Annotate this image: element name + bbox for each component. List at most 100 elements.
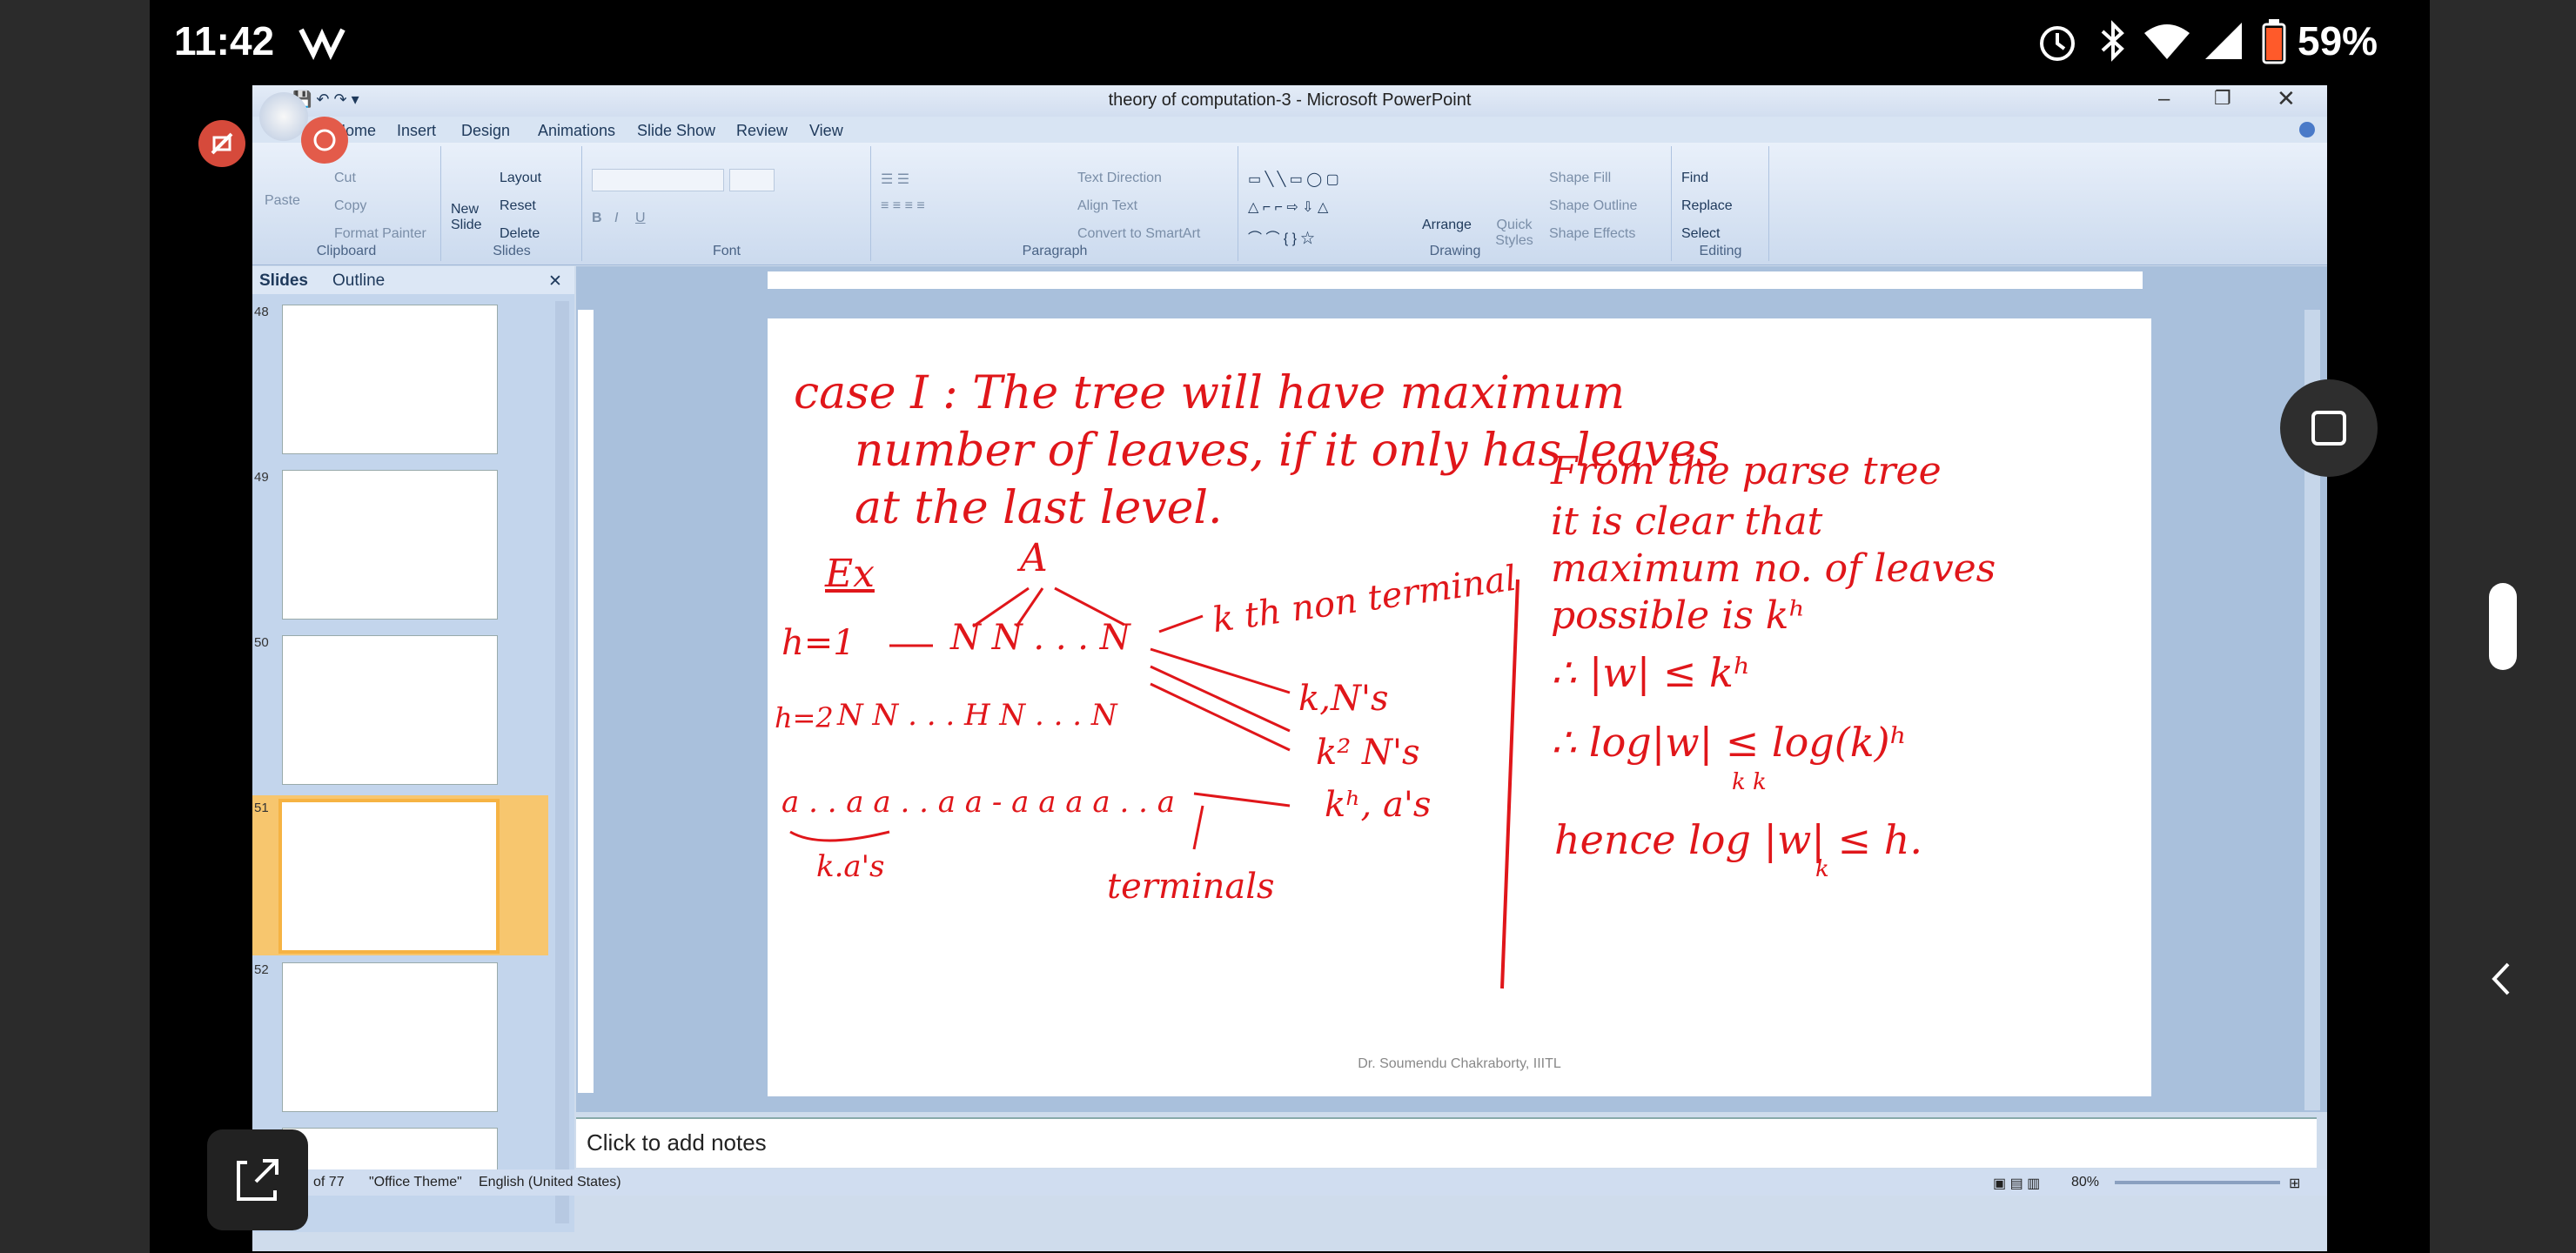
background-left: [0, 0, 150, 1253]
open-external-icon: [237, 1159, 278, 1201]
find-button[interactable]: Find: [1681, 171, 1708, 186]
zoom-level[interactable]: 80%: [2071, 1175, 2099, 1190]
paragraph-label: Paragraph: [1022, 244, 1088, 258]
align-buttons[interactable]: ≡ ≡ ≡ ≡: [881, 198, 925, 214]
italic-button[interactable]: I: [614, 211, 618, 226]
slide-thumbnail[interactable]: [282, 470, 498, 620]
wifi-icon: [2144, 24, 2190, 59]
zoom-slider[interactable]: [2115, 1181, 2280, 1184]
battery-icon: [2262, 19, 2286, 64]
pane-tabs: Slides Outline ✕: [252, 266, 574, 294]
tab-view[interactable]: View: [809, 122, 843, 140]
minimize-button[interactable]: –: [2158, 87, 2170, 111]
slide-number: 48: [254, 305, 269, 319]
copy-button[interactable]: Copy: [334, 198, 366, 214]
ribbon-tabs: Home Insert Design Animations Slide Show…: [252, 92, 2327, 143]
font-group: B I U Font: [583, 146, 871, 261]
slide-thumbnail[interactable]: [282, 635, 498, 785]
editing-label: Editing: [1699, 244, 1742, 258]
text-direction-button[interactable]: Text Direction: [1077, 171, 1162, 186]
drawing-label: Drawing: [1429, 244, 1481, 258]
camera-off-icon: [211, 132, 233, 155]
layout-button[interactable]: Layout: [500, 171, 541, 186]
paste-button[interactable]: Paste: [265, 193, 300, 209]
chevron-left-icon[interactable]: [2480, 957, 2524, 1001]
shape-outline-button[interactable]: Shape Outline: [1549, 198, 1637, 214]
record-button[interactable]: [301, 117, 348, 164]
right-line-7-subscript: k: [1815, 856, 1829, 882]
convert-smartart-button[interactable]: Convert to SmartArt: [1077, 226, 1200, 242]
select-button[interactable]: Select: [1681, 226, 1720, 242]
tab-animations[interactable]: Animations: [538, 122, 615, 140]
slide-thumbnail-selected[interactable]: [278, 799, 500, 954]
shape-fill-button[interactable]: Shape Fill: [1549, 171, 1611, 186]
slide-number: 50: [254, 635, 269, 650]
slides-group: New Slide Layout Reset Delete Slides: [442, 146, 582, 261]
tab-slide-show[interactable]: Slide Show: [637, 122, 715, 140]
fit-slide-icon[interactable]: ⊞: [2289, 1175, 2300, 1192]
clock: 11:42: [174, 18, 275, 64]
delete-button[interactable]: Delete: [500, 226, 540, 242]
alarm-icon: [2040, 26, 2075, 61]
close-button[interactable]: ✕: [2277, 85, 2296, 112]
right-line-4: possible is kʰ: [1551, 593, 1806, 638]
battery-percentage: 59%: [2298, 18, 2378, 64]
underline-button[interactable]: U: [635, 211, 646, 226]
notes-pane[interactable]: Click to add notes: [576, 1117, 2317, 1168]
ribbon: Paste Cut Copy Format Painter Clipboard …: [252, 143, 2327, 265]
tab-slides[interactable]: Slides: [259, 271, 308, 291]
right-line-2: it is clear that: [1551, 499, 1823, 544]
slide-thumbnail[interactable]: [282, 962, 498, 1112]
shape-effects-button[interactable]: Shape Effects: [1549, 226, 1635, 242]
title-bar: 💾 ↶ ↷ ▾ theory of computation-3 - Micros…: [252, 85, 2327, 117]
clipboard-label: Clipboard: [316, 244, 377, 258]
open-external-button[interactable]: [207, 1129, 308, 1230]
tab-design[interactable]: Design: [461, 122, 510, 140]
right-line-7: hence log |w| ≤ h.: [1554, 816, 1922, 863]
slides-pane-scrollbar[interactable]: [555, 301, 569, 1223]
tab-insert[interactable]: Insert: [397, 122, 436, 140]
camera-off-button[interactable]: [198, 120, 245, 167]
align-text-button[interactable]: Align Text: [1077, 198, 1137, 214]
window-title: theory of computation-3 - Microsoft Powe…: [1108, 90, 1472, 110]
language: English (United States): [479, 1175, 621, 1189]
slide-canvas: case I : The tree will have maximum numb…: [768, 318, 2151, 1096]
record-icon: [313, 129, 336, 151]
signal-icon: [2205, 23, 2242, 59]
arrange-button[interactable]: Arrange: [1422, 218, 1472, 233]
slide-number: 52: [254, 962, 269, 977]
close-pane-icon[interactable]: ✕: [548, 271, 562, 291]
new-slide-button[interactable]: New Slide: [451, 202, 494, 233]
editing-group: Find Replace Select Editing: [1673, 146, 1769, 261]
right-line-5: ∴ |w| ≤ kʰ: [1551, 649, 1751, 696]
square-icon: [2311, 411, 2346, 446]
bullets-button[interactable]: ☰ ☰: [881, 171, 909, 188]
vertical-ruler: [578, 310, 594, 1093]
phone-status-bar: [150, 0, 2430, 87]
shapes-gallery-row2[interactable]: △ ⌐ ⌐ ⇨ ⇩ △: [1248, 198, 1328, 216]
font-name-select[interactable]: [592, 169, 724, 191]
restore-button[interactable]: ❐: [2214, 87, 2231, 110]
status-bar: of 77 "Office Theme" English (United Sta…: [252, 1169, 2327, 1196]
parse-tree-strokes: [789, 579, 1519, 989]
help-icon[interactable]: [2299, 122, 2315, 137]
right-line-3: maximum no. of leaves: [1551, 546, 1996, 591]
cut-button[interactable]: Cut: [334, 171, 356, 186]
format-painter-button[interactable]: Format Painter: [334, 226, 426, 242]
bold-button[interactable]: B: [592, 211, 602, 226]
replace-button[interactable]: Replace: [1681, 198, 1733, 214]
font-size-select[interactable]: [729, 169, 775, 191]
reset-button[interactable]: Reset: [500, 198, 536, 214]
tab-outline[interactable]: Outline: [332, 271, 385, 291]
slide-footer: Dr. Soumendu Chakraborty, IIITL: [1358, 1056, 1561, 1071]
slide-thumbnail[interactable]: [282, 305, 498, 454]
tab-review[interactable]: Review: [736, 122, 788, 140]
bluetooth-icon: [2101, 20, 2124, 62]
shapes-gallery[interactable]: ▭ ╲ ╲ ▭ ◯ ▢: [1248, 171, 1339, 188]
slide-count: of 77: [313, 1175, 345, 1189]
powerpoint-window: 💾 ↶ ↷ ▾ theory of computation-3 - Micros…: [252, 85, 2327, 1251]
scroll-handle[interactable]: [2489, 583, 2517, 670]
paragraph-group: ☰ ☰ ≡ ≡ ≡ ≡ Text Direction Align Text Co…: [872, 146, 1238, 261]
view-buttons[interactable]: ▣ ▤ ▥: [1993, 1175, 2040, 1192]
overview-button[interactable]: [2280, 379, 2378, 477]
